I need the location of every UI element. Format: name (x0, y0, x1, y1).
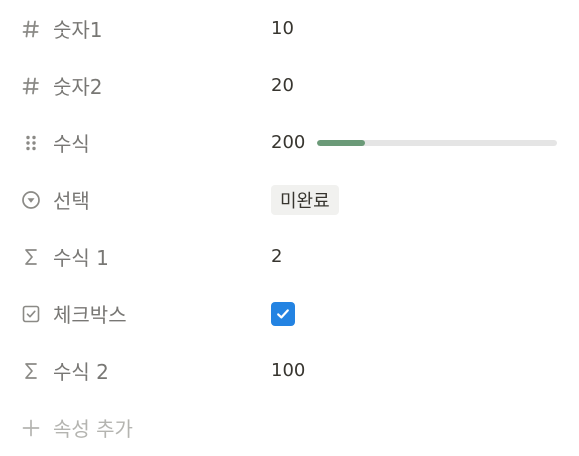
property-value-checkbox (271, 285, 295, 342)
property-label: 숫자1 (53, 18, 103, 42)
plus-icon (20, 417, 42, 439)
hash-icon (20, 18, 42, 40)
property-row-formula1: 수식 1 2 (0, 228, 579, 285)
property-value-formula2[interactable]: 100 (271, 342, 305, 399)
property-value-formula[interactable]: 200 (271, 114, 558, 171)
property-row-formula: 수식 200 (0, 114, 579, 171)
checked-checkbox[interactable] (271, 301, 295, 326)
progress-bar-fill (317, 139, 366, 146)
property-label: 체크박스 (53, 303, 127, 327)
property-value-number1[interactable]: 10 (271, 0, 294, 57)
check-icon (277, 308, 289, 318)
property-row-select: 선택 미완료 (0, 171, 579, 228)
select-icon (20, 189, 42, 211)
hash-icon (20, 75, 42, 97)
property-name-number2[interactable]: 숫자2 (20, 57, 103, 114)
property-name-formula1[interactable]: 수식 1 (20, 228, 109, 285)
property-value-number2[interactable]: 20 (271, 57, 294, 114)
property-name-formula[interactable]: 수식 (20, 114, 90, 171)
progress-bar (317, 139, 558, 146)
property-name-number1[interactable]: 숫자1 (20, 0, 103, 57)
property-label: 수식 1 (53, 246, 109, 270)
property-name-checkbox[interactable]: 체크박스 (20, 285, 127, 342)
property-row-checkbox: 체크박스 (0, 285, 579, 342)
number-value: 20 (271, 75, 294, 96)
add-property-label: 속성 추가 (53, 417, 133, 441)
property-row-number1: 숫자1 10 (0, 0, 579, 57)
progress-display: 200 (271, 132, 558, 153)
property-label: 수식 (53, 132, 90, 156)
property-name-formula2[interactable]: 수식 2 (20, 342, 109, 399)
property-label: 선택 (53, 189, 90, 213)
add-property-row: 속성 추가 (0, 399, 579, 456)
formula-value: 2 (271, 246, 283, 267)
property-value-select[interactable]: 미완료 (271, 171, 339, 228)
checkbox-icon (20, 303, 42, 325)
sigma-icon (20, 246, 42, 268)
property-row-number2: 숫자2 20 (0, 57, 579, 114)
property-label: 숫자2 (53, 75, 103, 99)
formula-value: 100 (271, 360, 306, 381)
property-label: 수식 2 (53, 360, 109, 384)
add-property-button[interactable]: 속성 추가 (20, 399, 133, 456)
sigma-icon (20, 360, 42, 382)
select-option-tag[interactable]: 미완료 (271, 184, 339, 215)
property-name-select[interactable]: 선택 (20, 171, 90, 228)
drag-dots-icon (20, 132, 42, 154)
number-value: 10 (271, 18, 294, 39)
property-row-formula2: 수식 2 100 (0, 342, 579, 399)
formula-value: 200 (271, 132, 306, 153)
properties-panel: 숫자1 10 숫자2 20 수식 200 선택 미완료 수식 1 2 체크박스 … (0, 0, 579, 450)
property-value-formula1[interactable]: 2 (271, 228, 282, 285)
